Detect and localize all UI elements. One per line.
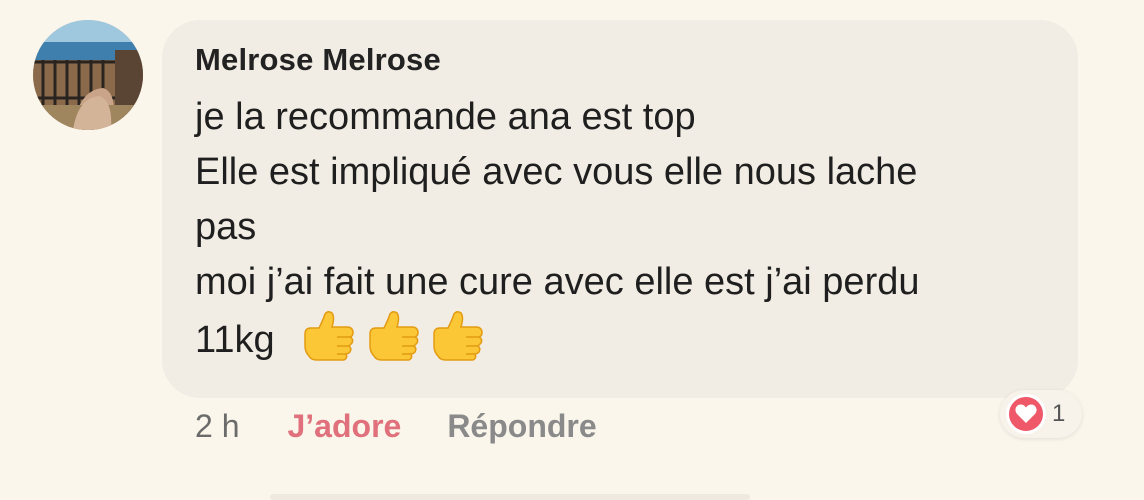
- comment-line: Elle est impliqué avec vous elle nous la…: [195, 151, 918, 193]
- comment-line: moi j’ai fait une cure avec elle est j’a…: [195, 261, 920, 303]
- reactions-badge[interactable]: 1: [1000, 390, 1082, 438]
- comment-line: je la recommande ana est top: [195, 96, 696, 138]
- comment-author[interactable]: Melrose Melrose: [195, 42, 441, 78]
- comment-actions: 2 h J’adore Répondre: [195, 408, 597, 445]
- thumbs-up-icon: [433, 310, 484, 361]
- comment-timestamp: 2 h: [195, 408, 240, 444]
- heart-icon: [1006, 394, 1046, 434]
- thumbs-up-icon: [304, 310, 354, 361]
- comment-last-line: 11kg: [195, 310, 1065, 378]
- avatar[interactable]: [33, 20, 143, 130]
- next-comment-hint: [270, 494, 750, 500]
- like-button[interactable]: J’adore: [287, 408, 401, 445]
- comment-line: pas: [195, 206, 257, 248]
- emoji-row: [297, 310, 484, 378]
- reply-button[interactable]: Répondre: [447, 408, 596, 445]
- thumbs-up-icon: [368, 310, 419, 361]
- comment-line: 11kg: [195, 319, 275, 361]
- comment-text: je la recommande ana est top Elle est im…: [195, 90, 1065, 378]
- reaction-count: 1: [1052, 400, 1066, 427]
- avatar-image: [33, 20, 143, 130]
